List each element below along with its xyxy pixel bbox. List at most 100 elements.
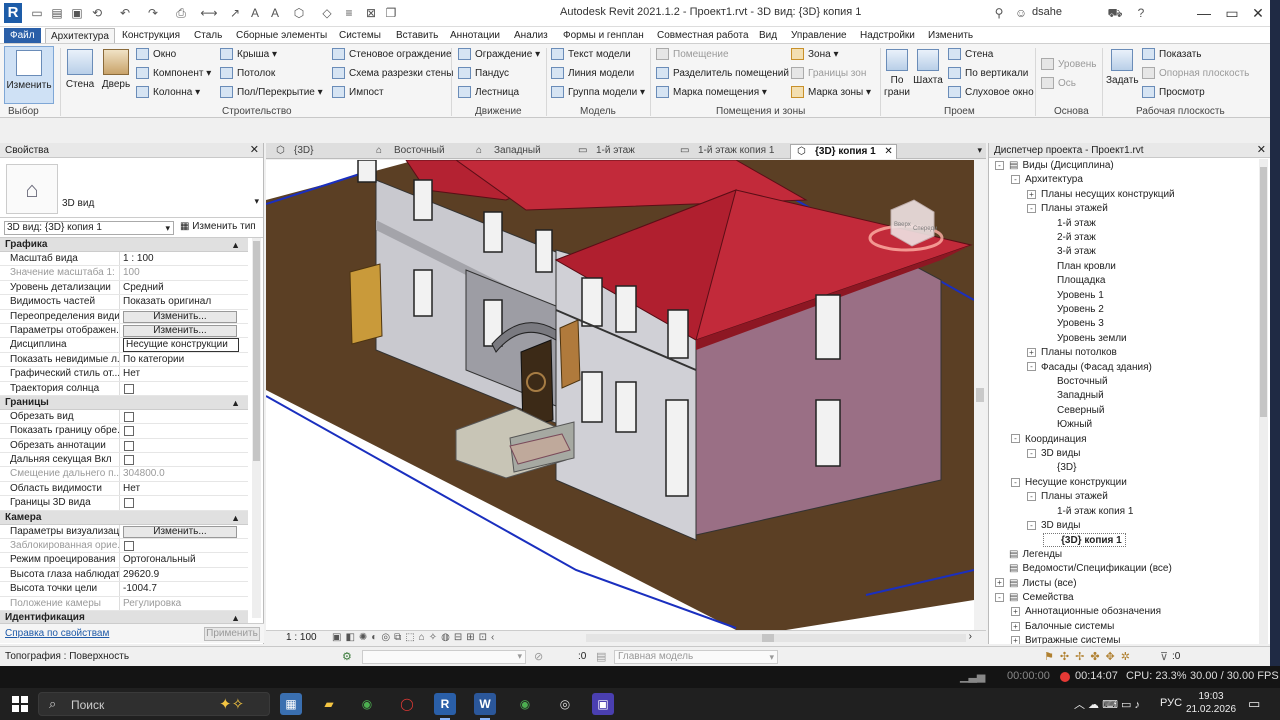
property-row[interactable]: Дисциплина Несущие конструкции [0, 338, 248, 353]
window[interactable] [535, 229, 553, 273]
expand-icon[interactable]: + [1011, 636, 1020, 644]
property-row[interactable]: Масштаб вида 1 : 100 [0, 252, 248, 267]
taskbar-clock[interactable]: 19:03 21.02.2026 [1186, 690, 1236, 716]
constraints-icon[interactable]: ⊡ [479, 632, 491, 643]
sun-path-icon[interactable]: ✺ [359, 632, 371, 643]
scroll-thumb[interactable] [253, 241, 260, 461]
window[interactable] [665, 399, 689, 497]
tab-analyze[interactable]: Анализ [514, 28, 548, 43]
browser-item[interactable]: Уровень 3 [1043, 317, 1104, 331]
property-value-cell[interactable] [120, 439, 248, 452]
collapse-icon[interactable]: - [1011, 175, 1020, 185]
browser-item[interactable]: 2-й этаж [1043, 231, 1096, 245]
select-underlay-icon[interactable]: ✣ [1060, 651, 1075, 663]
tab-systems[interactable]: Системы [339, 28, 381, 43]
property-row[interactable]: Параметры отображен... Изменить... [0, 323, 248, 339]
revit-taskbar-icon[interactable]: R [434, 693, 456, 720]
temporary-hide-icon[interactable]: ✧ [429, 632, 441, 643]
browser-item[interactable]: 1-й этаж копия 1 [1043, 505, 1133, 519]
property-section-header[interactable]: Камера ▲ [0, 510, 248, 525]
chrome-icon[interactable]: ◉ [356, 693, 378, 715]
vertical-opening-button[interactable]: По вертикали [948, 67, 1028, 81]
column-button[interactable]: Колонна ▾ [136, 86, 200, 100]
browser-scrollbar[interactable] [1259, 159, 1268, 644]
property-section-header[interactable]: Графика ▲ [0, 238, 248, 252]
worksets-icon[interactable]: ⚙ [342, 650, 352, 663]
close-icon[interactable]: ✕ [250, 143, 259, 158]
property-row[interactable]: Область видимости Нет [0, 481, 248, 497]
property-value[interactable]: Нет [123, 483, 140, 494]
model-group-button[interactable]: Группа модели ▾ [551, 86, 645, 100]
by-face-button[interactable]: По грани [884, 49, 910, 99]
property-row[interactable]: Заблокированная орие... [0, 539, 248, 554]
tab-architecture[interactable]: Архитектура [45, 28, 115, 43]
browser-item[interactable]: + Витражные системы [1011, 634, 1120, 644]
properties-help-link[interactable]: Справка по свойствам [5, 628, 109, 639]
language-indicator[interactable]: РУС [1160, 697, 1182, 709]
close-tab-icon[interactable]: ✕ [884, 145, 892, 159]
type-selector[interactable]: ⌂ 3D вид ▾ [0, 158, 263, 218]
property-value-cell[interactable]: Средний [120, 281, 248, 294]
modify-button[interactable]: Изменить [4, 46, 54, 104]
design-options-icon[interactable]: ▤ [596, 650, 606, 663]
viewer-button[interactable]: Просмотр [1142, 86, 1205, 100]
property-value-cell[interactable]: Изменить... [120, 324, 248, 337]
browser-item[interactable]: - Несущие конструкции [1011, 476, 1127, 490]
door-button[interactable]: Дверь [100, 49, 132, 91]
properties-scrollbar[interactable] [252, 238, 261, 618]
notifications-icon[interactable]: ▭ [1248, 696, 1260, 712]
collapse-icon[interactable]: - [995, 592, 1004, 602]
crop-view-icon[interactable]: ⧉ [394, 632, 405, 643]
instance-dropdown[interactable]: 3D вид: {3D} копия 1 ▾ [4, 221, 174, 235]
edit-property-button[interactable]: Изменить... [123, 525, 237, 538]
view-tab-3d[interactable]: ⬡ {3D} [270, 144, 313, 159]
property-value-cell[interactable] [120, 496, 248, 509]
dimension-icon[interactable]: ↗ [226, 5, 244, 22]
reveal-hidden-icon[interactable]: ◍ [441, 632, 454, 643]
view-tab-west[interactable]: ⌂ Западный [470, 144, 541, 159]
property-checkbox[interactable] [124, 383, 134, 394]
group-select-label[interactable]: Выбор [8, 106, 39, 117]
wall-opening-button[interactable]: Стена [948, 48, 993, 62]
property-value-cell[interactable]: Регулировка [120, 597, 248, 610]
save-app-icon[interactable]: ▣ [592, 693, 614, 715]
property-section-header[interactable]: Границы ▲ [0, 395, 248, 410]
minimize-icon[interactable]: — [1194, 3, 1214, 23]
browser-item[interactable]: Западный [1043, 389, 1104, 403]
scroll-thumb[interactable] [762, 634, 774, 642]
drag-elements-icon[interactable]: ✥ [1106, 651, 1121, 663]
tab-file[interactable]: Файл [4, 28, 41, 43]
tab-precast[interactable]: Сборные элементы [236, 28, 327, 43]
mullion-button[interactable]: Импост [332, 86, 384, 100]
property-row[interactable]: Значение масштаба 1: 100 [0, 266, 248, 281]
side-door[interactable] [559, 319, 581, 389]
room-tag-button[interactable]: Марка помещения ▾ [656, 86, 767, 100]
save-icon[interactable]: ▣ [68, 5, 86, 22]
window[interactable] [357, 160, 377, 183]
taskbar-search[interactable]: ⌕ Поиск ✦✧ [38, 692, 270, 716]
property-row[interactable]: Переопределения видим...Изменить... [0, 309, 248, 324]
chrome-profile-icon[interactable]: ◉ [514, 693, 536, 715]
collapse-icon[interactable]: - [1011, 477, 1020, 487]
property-value-cell[interactable]: Несущие конструкции [120, 338, 248, 352]
binoculars-icon[interactable]: ⚲ [990, 5, 1008, 22]
select-links-icon[interactable]: ⚑ [1044, 651, 1060, 663]
worksharing-icon[interactable]: ⊟ [454, 632, 466, 643]
unlocked-3d-icon[interactable]: ⌂ [419, 632, 429, 643]
expand-icon[interactable]: + [995, 578, 1004, 588]
window[interactable] [413, 179, 433, 221]
browser-item[interactable]: - Планы этажей [1027, 202, 1108, 216]
property-value-cell[interactable]: 100 [120, 266, 248, 279]
view-tab-3d-copy[interactable]: ⬡ {3D} копия 1 ✕ [790, 144, 897, 159]
view-tab-floor1[interactable]: ▭ 1-й этаж [572, 144, 635, 159]
expand-icon[interactable]: + [1011, 607, 1020, 617]
property-checkbox[interactable] [124, 440, 134, 451]
browser-item[interactable]: Уровень 1 [1043, 289, 1104, 303]
tab-structure[interactable]: Конструкция [122, 28, 180, 43]
browser-item[interactable]: Площадка [1043, 274, 1105, 288]
tab-insert[interactable]: Вставить [396, 28, 438, 43]
area-boundary-button[interactable]: Границы зон [791, 67, 866, 81]
property-value-cell[interactable]: По категории [120, 353, 248, 366]
property-row[interactable]: Показать невидимые л... По категории [0, 352, 248, 368]
browser-item[interactable]: - Архитектура [1011, 173, 1083, 187]
